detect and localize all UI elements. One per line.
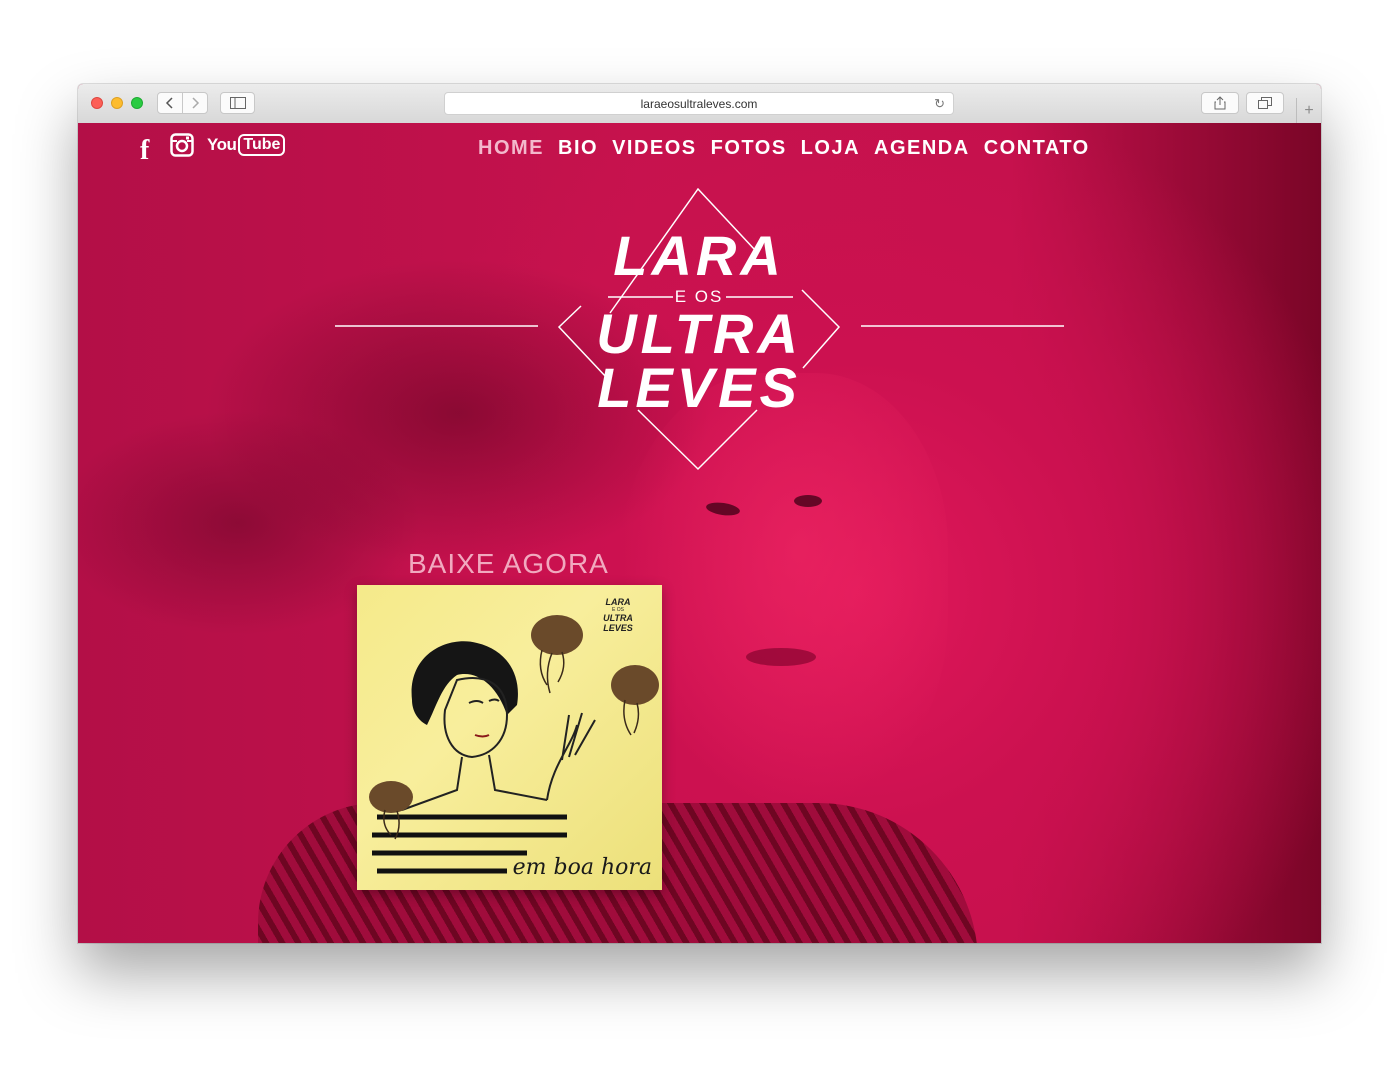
sidebar-icon — [229, 97, 246, 109]
share-button[interactable] — [1201, 92, 1239, 114]
facebook-link[interactable]: f — [140, 135, 149, 167]
logo-line-ultra: ULTRA — [596, 302, 802, 365]
instagram-icon — [170, 133, 194, 157]
browser-window: laraeosultraleves.com ↻ + f You Tube HOM… — [78, 84, 1321, 943]
nav-item-agenda[interactable]: AGENDA — [874, 137, 970, 160]
tabs-icon — [1258, 97, 1272, 109]
nav-item-loja[interactable]: LOJA — [801, 137, 860, 160]
hero-lips — [746, 648, 816, 666]
album-illustration — [369, 615, 659, 874]
instagram-link[interactable] — [170, 133, 194, 157]
reload-icon[interactable]: ↻ — [934, 96, 945, 112]
address-bar[interactable]: laraeosultraleves.com ↻ — [444, 92, 954, 115]
logo-line-lara: LARA — [613, 224, 785, 287]
facebook-icon: f — [140, 135, 150, 166]
new-tab-icon[interactable]: + — [1296, 98, 1321, 123]
page-content: f You Tube HOME BIO VIDEOS FOTOS LOJA AG… — [78, 123, 1321, 943]
share-icon — [1214, 96, 1226, 110]
minimize-window-button[interactable] — [111, 97, 123, 109]
forward-button[interactable] — [182, 92, 208, 114]
logo-line-leves: LEVES — [597, 356, 801, 419]
album-caption: em boa hora — [512, 855, 652, 880]
nav-item-fotos[interactable]: FOTOS — [711, 137, 787, 160]
youtube-icon: You Tube — [207, 134, 286, 156]
album-cover[interactable]: LARA E OS ULTRA LEVES em boa hora — [357, 585, 662, 890]
browser-toolbar: laraeosultraleves.com ↻ + — [78, 84, 1321, 124]
zoom-window-button[interactable] — [131, 97, 143, 109]
youtube-link[interactable]: You Tube — [207, 134, 286, 156]
nav-item-bio[interactable]: BIO — [558, 137, 598, 160]
nav-item-videos[interactable]: VIDEOS — [612, 137, 697, 160]
sidebar-button[interactable] — [220, 92, 255, 114]
nav-item-home[interactable]: HOME — [478, 137, 544, 160]
band-logo: LARA E OS ULTRA LEVES — [335, 188, 1065, 478]
url-text: laraeosultraleves.com — [640, 96, 758, 111]
download-now-title: BAIXE AGORA — [408, 548, 609, 579]
hero-eye-right — [794, 495, 822, 507]
nav-item-contato[interactable]: CONTATO — [984, 137, 1090, 160]
forward-icon — [192, 97, 200, 109]
back-icon — [165, 97, 173, 109]
tabs-button[interactable] — [1246, 92, 1284, 114]
main-nav: HOME BIO VIDEOS FOTOS LOJA AGENDA CONTAT… — [478, 137, 1090, 160]
back-button[interactable] — [157, 92, 183, 114]
close-window-button[interactable] — [91, 97, 103, 109]
